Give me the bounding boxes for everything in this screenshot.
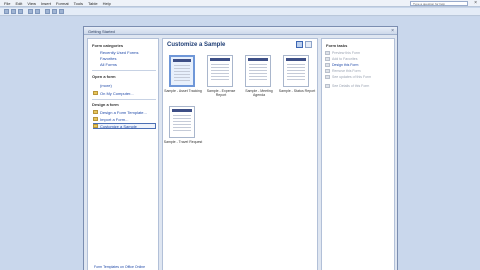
dialog-titlebar: Getting Started ×	[84, 27, 397, 35]
details-task-icon	[325, 84, 330, 88]
cut-icon[interactable]	[45, 9, 50, 14]
menu-format[interactable]: Format	[56, 1, 69, 6]
menu-edit[interactable]: Edit	[15, 1, 22, 6]
menu-insert[interactable]: Insert	[41, 1, 51, 6]
center-title: Customize a Sample	[167, 42, 226, 48]
link-on-my-computer[interactable]: On My Computer...	[100, 91, 134, 96]
import-icon	[93, 117, 98, 121]
help-search-input[interactable]: Type a question for help	[410, 1, 468, 6]
link-all-forms[interactable]: All Forms	[100, 62, 117, 67]
task-remove: Remove this Form	[332, 69, 361, 73]
dialog-close-icon[interactable]: ×	[391, 28, 394, 34]
link-office-online[interactable]: Form Templates on Office Online	[94, 265, 145, 269]
design-template-icon	[93, 110, 98, 114]
center-pane: Customize a Sample Sample - Asset Tracki…	[162, 38, 318, 270]
right-pane: Form tasks Preview this Form Add to Favo…	[321, 38, 395, 270]
sample-thumbnail[interactable]	[245, 55, 271, 87]
sample-thumbnail[interactable]	[207, 55, 233, 87]
toolbar	[0, 8, 480, 16]
updates-task-icon	[325, 75, 330, 79]
dialog-title: Getting Started	[88, 29, 115, 34]
getting-started-dialog: Getting Started × Form categories Recent…	[83, 26, 398, 270]
task-details: See Details of this Form	[332, 84, 370, 88]
favorites-task-icon	[325, 57, 330, 61]
preview-task-icon	[325, 51, 330, 55]
design-form-title: Design a form	[92, 102, 119, 107]
form-categories-title: Form categories	[92, 43, 124, 48]
close-icon[interactable]: ×	[474, 0, 477, 6]
print-icon[interactable]	[28, 9, 33, 14]
save-icon[interactable]	[18, 9, 23, 14]
menu-view[interactable]: View	[27, 1, 36, 6]
sample-label: Sample - Status Report	[278, 89, 316, 93]
workspace: Getting Started × Form categories Recent…	[0, 17, 480, 270]
left-pane: Form categories Recently Used Forms Favo…	[87, 38, 159, 270]
sample-label: Sample - Travel Request	[163, 140, 203, 144]
open-icon[interactable]	[11, 9, 16, 14]
link-design-template[interactable]: Design a Form Template...	[100, 110, 147, 115]
copy-icon[interactable]	[52, 9, 57, 14]
task-design[interactable]: Design this Form	[332, 63, 358, 67]
link-import-form[interactable]: Import a Form...	[100, 117, 128, 122]
sample-thumbnail[interactable]	[169, 55, 195, 87]
customize-icon	[93, 124, 98, 128]
folder-icon	[93, 91, 98, 95]
link-favorites[interactable]: Favorites	[100, 56, 116, 61]
sample-label: Sample - Expense Report	[206, 89, 236, 97]
menu-tools[interactable]: Tools	[74, 1, 83, 6]
task-preview: Preview this Form	[332, 51, 361, 55]
link-recently-used[interactable]: Recently Used Forms	[100, 50, 138, 55]
form-tasks-title: Form tasks	[326, 43, 348, 48]
link-more[interactable]: (more)	[100, 83, 112, 88]
new-icon[interactable]	[4, 9, 9, 14]
open-form-title: Open a form	[92, 74, 116, 79]
list-view-button[interactable]	[305, 41, 312, 48]
menu-file[interactable]: File	[4, 1, 10, 6]
task-updates: See updates of this Form	[332, 75, 372, 79]
menu-table[interactable]: Table	[88, 1, 98, 6]
sample-label: Sample - Meeting Agenda	[245, 89, 273, 97]
remove-task-icon	[325, 69, 330, 73]
paste-icon[interactable]	[59, 9, 64, 14]
preview-icon[interactable]	[35, 9, 40, 14]
menu-bar: File Edit View Insert Format Tools Table…	[0, 0, 480, 7]
task-add-favorites: Add to Favorites	[332, 57, 358, 61]
sample-label: Sample - Asset Tracking	[164, 89, 202, 93]
large-icons-view-button[interactable]	[296, 41, 303, 48]
menu-help[interactable]: Help	[103, 1, 111, 6]
sample-thumbnail[interactable]	[283, 55, 309, 87]
design-task-icon	[325, 63, 330, 67]
divider	[92, 70, 156, 71]
sample-thumbnail[interactable]	[169, 106, 195, 138]
link-customize-sample[interactable]: Customize a Sample	[100, 124, 137, 129]
divider	[92, 99, 156, 100]
